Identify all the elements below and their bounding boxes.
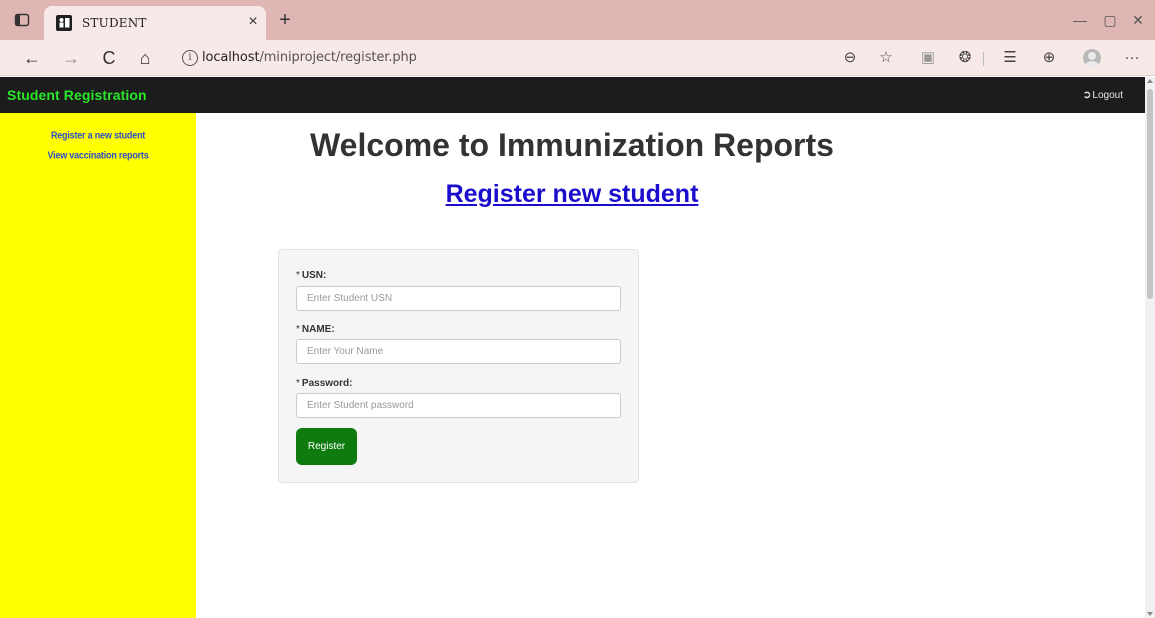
usn-input[interactable]: [296, 286, 621, 311]
reload-icon[interactable]: C: [98, 47, 120, 69]
sidebar-item-register-student[interactable]: Register a new student: [0, 129, 196, 141]
browser-toolbar: ← → C ⌂ i localhost/miniproject/register…: [0, 40, 1155, 76]
required-marker: *: [296, 324, 300, 335]
logout-label: Logout: [1092, 90, 1123, 101]
page-scrollbar[interactable]: [1145, 77, 1155, 618]
page-viewport: Student Registration ➲Logout Register a …: [0, 77, 1145, 618]
site-info-icon[interactable]: i: [182, 50, 198, 66]
sidebar-item-vaccination-reports[interactable]: View vaccination reports: [0, 149, 196, 161]
required-marker: *: [296, 270, 300, 281]
extensions-icon[interactable]: ❂: [955, 48, 975, 68]
password-input[interactable]: [296, 393, 621, 418]
password-label-text: Password:: [301, 378, 353, 389]
tab-close-icon[interactable]: ×: [244, 13, 262, 31]
page-title: Welcome to Immunization Reports: [310, 127, 834, 163]
scroll-down-icon[interactable]: [1147, 612, 1153, 616]
registration-form: *USN: *NAME: *Password: Register: [278, 249, 639, 483]
zoom-out-icon[interactable]: ⊖: [840, 48, 860, 68]
window-maximize-icon[interactable]: ▢: [1100, 10, 1120, 30]
browser-tab-strip: STUDENT × + — ▢ ✕: [0, 0, 1155, 40]
logout-icon: ➲: [1082, 89, 1092, 101]
usn-label: * USN:: [296, 270, 326, 281]
password-label: * Password:: [296, 378, 352, 389]
name-label: * NAME:: [296, 324, 335, 335]
site-brand[interactable]: Student Registration: [7, 87, 147, 103]
register-new-student-link[interactable]: Register new student: [196, 180, 948, 209]
forward-icon[interactable]: →: [60, 47, 82, 69]
profile-icon[interactable]: [1083, 49, 1101, 67]
name-input[interactable]: [296, 339, 621, 364]
back-icon[interactable]: ←: [21, 47, 43, 69]
tab-actions-icon[interactable]: [14, 12, 30, 28]
address-bar[interactable]: i localhost/miniproject/register.php: [172, 44, 902, 72]
more-icon[interactable]: ···: [1122, 48, 1142, 68]
site-navbar: Student Registration ➲Logout: [0, 77, 1145, 113]
sidebar: Register a new student View vaccination …: [0, 113, 196, 618]
url-path: /miniproject/register.php: [259, 50, 417, 65]
add-favorite-icon[interactable]: ☆: [876, 48, 896, 68]
name-label-text: NAME:: [301, 324, 335, 335]
usn-label-text: USN:: [301, 270, 327, 281]
window-close-icon[interactable]: ✕: [1128, 10, 1148, 30]
scroll-up-icon[interactable]: [1147, 79, 1153, 83]
scroll-thumb[interactable]: [1147, 89, 1153, 299]
new-tab-icon[interactable]: +: [274, 9, 296, 31]
reading-view-icon[interactable]: ▣: [918, 48, 938, 68]
home-icon[interactable]: ⌂: [134, 47, 156, 69]
toolbar-separator: [983, 52, 984, 66]
window-minimize-icon[interactable]: —: [1070, 10, 1090, 30]
collections-icon[interactable]: ⊕: [1039, 48, 1059, 68]
page-favicon-icon: [56, 15, 72, 31]
tab-title: STUDENT: [82, 16, 147, 30]
favorites-icon[interactable]: ☰: [1000, 48, 1020, 68]
register-button[interactable]: Register: [296, 428, 357, 465]
url-text: localhost/miniproject/register.php: [202, 50, 417, 65]
url-host: localhost: [202, 50, 260, 65]
browser-tab-active[interactable]: STUDENT ×: [44, 6, 266, 40]
required-marker: *: [296, 378, 300, 389]
logout-link[interactable]: ➲Logout: [1082, 88, 1123, 101]
